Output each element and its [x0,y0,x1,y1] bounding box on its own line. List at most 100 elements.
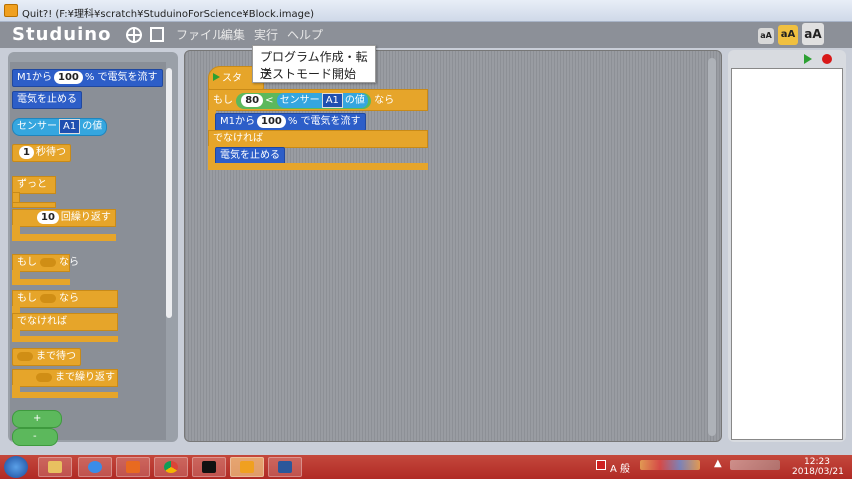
script-sensor-label: センサー [279,95,320,106]
script-sensor-block[interactable]: センサー A1 の値 [276,93,368,108]
if-suffix: なら [59,257,79,268]
script-motor-run-block[interactable]: M1から 100% で電気を流す [215,113,366,131]
studuino-logo: Studuino [12,24,112,45]
stage-canvas[interactable] [731,68,843,440]
palette-subtract-operator-block[interactable]: - [12,428,58,446]
system-tray-icons[interactable] [730,460,780,470]
tray-icons[interactable] [640,460,700,470]
palette-sensor-block[interactable]: センサー A1 の値 [12,118,108,136]
window-title: Quit?! (F:¥理科¥scratch¥StuduinoForScience… [22,9,314,20]
script-motor-label: M1から [220,116,255,127]
sensor-port-dropdown[interactable]: A1 [59,119,81,134]
script-motor-suffix: % で電気を流す [287,116,361,127]
if-foot [12,279,70,285]
start-button-icon[interactable] [4,456,28,478]
palette-motor-stop-block[interactable]: 電気を止める [12,91,82,109]
wait-until-condition-slot[interactable] [17,351,33,361]
if-else-suffix: なら [59,293,79,304]
size-small-button[interactable]: aA [758,28,774,44]
run-menu-dropdown: プログラム作成・転送 テストモード開始 [252,45,376,83]
taskbar-cmd[interactable] [192,457,226,477]
terminal-icon [202,461,216,473]
taskbar-ie[interactable] [78,457,112,477]
save-disk-icon[interactable] [150,27,164,42]
menu-help[interactable]: ヘルプ [287,26,323,43]
palette-repeat-until-block[interactable]: まで繰り返す [12,369,118,387]
script-motor-power-slot[interactable]: 100 [257,115,286,128]
palette-scrollbar[interactable] [166,68,172,318]
ime-indicator[interactable]: A 般 [610,460,630,475]
repeat-until-foot [12,392,118,398]
less-than-operator[interactable]: 80 < センサー A1 の値 [236,93,371,109]
palette-repeat-block[interactable]: 10 回繰り返す [12,209,116,227]
word-icon [278,461,292,473]
wait-seconds-slot[interactable]: 1 [19,146,34,159]
taskbar-studuino[interactable] [230,457,264,477]
clock-time: 12:23 [804,457,830,467]
folder-icon [48,461,62,473]
size-large-button[interactable]: aA [802,23,824,45]
script-sensor-port-dropdown[interactable]: A1 [321,93,343,108]
tray-clock[interactable]: 12:23 2018/03/21 [792,457,844,477]
repeat-until-condition-slot[interactable] [36,372,52,382]
compare-value-slot[interactable]: 80 [241,94,264,107]
palette-motor-run-block[interactable]: M1から 100% で電気を流す [12,69,163,87]
menu-item-test-mode[interactable]: テストモード開始 [260,65,356,82]
app-icon [4,4,18,17]
menu-run[interactable]: 実行 [254,26,278,43]
less-than-symbol: < [265,95,274,106]
taskbar-media[interactable] [116,457,150,477]
sensor-label: センサー [17,121,57,132]
if-else-condition-slot[interactable] [40,293,56,303]
repeat-label: 回繰り返す [60,212,111,223]
palette-wait-until-block[interactable]: まで待つ [12,348,81,366]
add-symbol: + [33,413,42,424]
taskbar-explorer[interactable] [38,457,72,477]
motor-power-slot[interactable]: 100 [54,71,83,84]
menu-edit[interactable]: 編集 [221,26,245,43]
sensor-suffix: の値 [82,121,103,132]
if-else-label: もし [17,293,37,304]
ie-icon [88,461,102,473]
green-flag-icon [213,73,220,81]
taskbar-chrome[interactable] [154,457,188,477]
palette-wait-block[interactable]: 1 秒待つ [12,144,71,162]
chrome-icon [164,461,178,473]
clock-date: 2018/03/21 [792,467,844,477]
size-medium-button[interactable]: aA [778,25,798,45]
taskbar-word[interactable] [268,457,302,477]
palette-if-else-block[interactable]: もし なら [12,290,118,308]
if-else-foot [12,336,118,342]
hat-label: スタ [222,73,242,84]
subtract-symbol: - [33,431,37,442]
wait-label: 秒待つ [35,147,66,158]
tray-expand-icon[interactable]: ▲ [714,458,722,469]
script-scrollbar[interactable] [708,58,716,436]
wait-until-label: まで待つ [36,351,76,362]
stop-button-icon[interactable] [822,54,832,64]
condition-slot[interactable] [40,257,56,267]
forever-foot [12,202,56,208]
if-label: もし [17,257,37,268]
script-if-suffix: なら [374,95,395,106]
studuino-icon [240,461,254,473]
window-titlebar: Quit?! (F:¥理科¥scratch¥StuduinoForScience… [0,0,852,22]
script-if-label: もし [213,95,233,106]
repeat-foot [12,234,116,241]
palette-add-operator-block[interactable]: + [12,410,63,428]
script-else-row: でなければ [208,130,428,148]
repeat-count-slot[interactable]: 10 [37,211,59,224]
if-else-else-row: でなければ [12,313,118,331]
palette-if-block[interactable]: もし なら [12,254,79,272]
repeat-until-label: まで繰り返す [55,372,115,383]
green-flag-button-icon[interactable] [804,54,812,64]
motor-run-label: M1から [17,72,52,83]
script-if-else-block[interactable]: もし 80 < センサー A1 の値 なら [208,89,428,111]
menu-file[interactable]: ファイル [176,26,224,43]
language-globe-icon[interactable] [126,27,142,43]
ime-toggle-icon[interactable] [596,460,606,470]
script-sensor-suffix: の値 [344,95,365,106]
media-player-icon [126,461,140,473]
motor-run-suffix: % で電気を流す [84,72,158,83]
script-if-else-foot [208,163,428,170]
